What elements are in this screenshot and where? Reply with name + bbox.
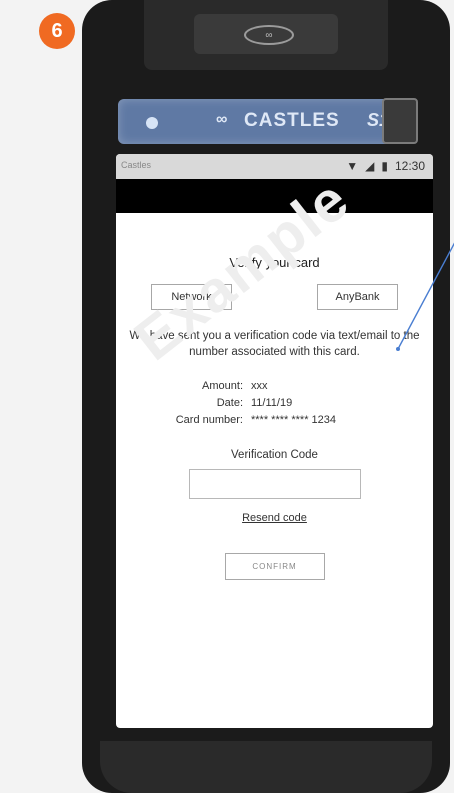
card-buttons-row: Network AnyBank: [116, 284, 433, 310]
card-number-label: Card number:: [175, 414, 243, 426]
card-reader-button[interactable]: [382, 98, 418, 144]
verification-code-label: Verification Code: [231, 449, 318, 461]
detail-row-date: Date: 11/11/19: [172, 395, 377, 412]
device-base: [100, 741, 432, 793]
status-left-text: Castles: [121, 160, 152, 170]
battery-icon: ▮: [381, 159, 388, 173]
transaction-details: Amount: xxx Date: 11/11/19 Card number: …: [172, 378, 377, 429]
verification-content: Verify your card Network AnyBank We have…: [116, 213, 433, 580]
confirm-button[interactable]: CONFIRM: [224, 553, 325, 580]
step-badge: 6: [39, 13, 75, 49]
detail-row-card-number: Card number: **** **** **** 1234: [172, 412, 377, 429]
terminal-screen: Castles ▼ ◢ ▮ 12:30 Verify your card Net…: [116, 154, 433, 728]
page-title: Verify your card: [229, 255, 320, 270]
detail-row-amount: Amount: xxx: [172, 378, 377, 395]
brand-panel: ∞ CASTLES S1: [118, 99, 418, 144]
wifi-icon: ▼: [346, 159, 359, 173]
brand-name: CASTLES: [244, 110, 340, 131]
amount-value: xxx: [251, 380, 268, 392]
brand-logo-icon: ∞: [244, 25, 294, 45]
network-button[interactable]: Network: [151, 284, 232, 310]
status-time: 12:30: [394, 159, 425, 173]
status-bar: Castles ▼ ◢ ▮ 12:30: [116, 154, 433, 179]
screen-header-band: [116, 179, 433, 213]
brand-mark-icon: ∞: [216, 111, 228, 128]
bank-button[interactable]: AnyBank: [317, 284, 398, 310]
card-number-value: **** **** **** 1234: [251, 414, 337, 426]
date-value: 11/11/19: [251, 397, 293, 409]
date-label: Date:: [216, 397, 243, 409]
status-icons: ▼ ◢ ▮ 12:30: [346, 159, 425, 173]
verification-code-input[interactable]: [188, 469, 361, 499]
resend-code-link[interactable]: Resend code: [116, 512, 433, 524]
verification-message: We have sent you a verification code via…: [129, 330, 420, 358]
amount-label: Amount:: [202, 380, 243, 392]
printer-unit: ∞: [144, 0, 388, 70]
signal-icon: ◢: [365, 159, 375, 173]
sensor-dot-icon: [146, 117, 158, 129]
